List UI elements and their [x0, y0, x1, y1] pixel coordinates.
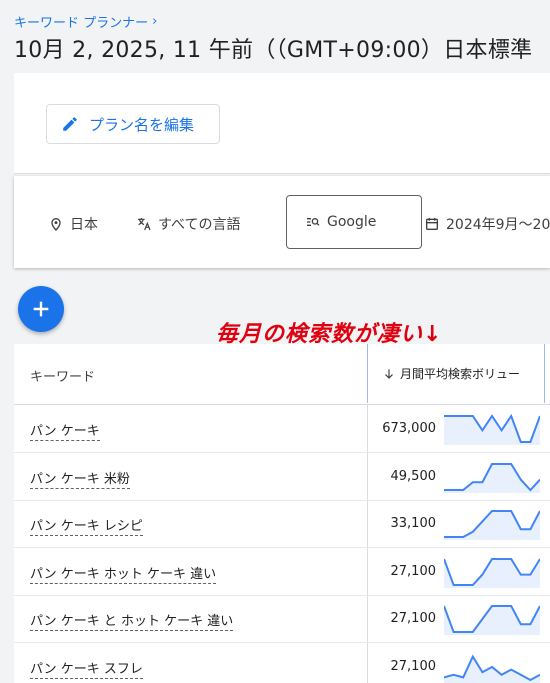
keyword-cell[interactable]: パン ケーキ スフレ	[30, 658, 143, 679]
keyword-cell[interactable]: パン ケーキ	[30, 420, 100, 441]
table-header: キーワード 月間平均検索ボリュー	[14, 344, 550, 405]
trend-sparkline	[444, 462, 540, 493]
volume-column-header[interactable]: 月間平均検索ボリュー	[367, 344, 545, 403]
trend-area	[444, 606, 540, 635]
language-filter-label: すべての言語	[158, 217, 241, 233]
trend-area	[444, 463, 540, 493]
edit-plan-name-label: プラン名を編集	[89, 115, 195, 134]
trend-area	[444, 656, 540, 683]
search-network-label: Google	[327, 214, 377, 230]
trend-sparkline	[444, 605, 540, 635]
pencil-icon	[63, 117, 77, 131]
table-row[interactable]: パン ケーキ スフレ 27,100	[14, 643, 550, 683]
page-title: 10月 2, 2025, 11 午前（（GMT+09:00）日本標準	[14, 38, 533, 63]
breadcrumb[interactable]: キーワード プランナー ›	[14, 12, 157, 31]
translate-icon	[138, 218, 151, 231]
table-row[interactable]: パン ケーキ ホット ケーキ 違い 27,100	[14, 548, 550, 596]
calendar-icon	[426, 218, 438, 230]
arrow-down-icon	[385, 368, 393, 379]
volume-cell: 49,500	[390, 468, 437, 484]
trend-area	[444, 416, 540, 445]
keyword-cell[interactable]: パン ケーキ ホット ケーキ 違い	[30, 563, 217, 584]
trend-area	[444, 511, 540, 540]
filter-bar: 日本 すべての言語 Google 2024年9月～20	[14, 176, 550, 268]
breadcrumb-link-keyword-planner[interactable]: キーワード プランナー	[14, 12, 148, 31]
volume-column-header-label: 月間平均検索ボリュー	[400, 367, 521, 381]
volume-cell: 27,100	[390, 658, 437, 674]
keyword-cell[interactable]: パン ケーキ 米粉	[30, 468, 130, 489]
keyword-column-header[interactable]: キーワード	[30, 366, 95, 385]
annotation-text: 毎月の検索数が凄い↓	[216, 322, 443, 347]
trend-sparkline	[444, 413, 540, 445]
location-pin-icon	[51, 218, 61, 231]
language-filter[interactable]: すべての言語	[136, 214, 240, 234]
chevron-right-icon: ›	[152, 14, 158, 29]
plan-header-card: プラン名を編集	[14, 73, 550, 174]
volume-cell: 27,100	[390, 563, 437, 579]
date-range-filter[interactable]: 2024年9月～20	[424, 214, 550, 234]
volume-cell: 673,000	[382, 421, 436, 436]
plus-icon	[33, 301, 49, 317]
location-filter-label: 日本	[70, 217, 98, 233]
date-range-label: 2024年9月～20	[446, 217, 550, 233]
table-row[interactable]: パン ケーキ レシピ 33,100	[14, 500, 550, 548]
volume-cell: 33,100	[390, 516, 437, 531]
table-row[interactable]: パン ケーキ と ホット ケーキ 違い 27,100	[14, 595, 550, 643]
table-row[interactable]: パン ケーキ 米粉 49,500	[14, 453, 550, 501]
trend-sparkline	[444, 510, 540, 540]
table-row[interactable]: パン ケーキ 673,000	[14, 405, 550, 453]
keyword-cell[interactable]: パン ケーキ と ホット ケーキ 違い	[30, 610, 234, 631]
edit-plan-name-button[interactable]: プラン名を編集	[46, 104, 220, 144]
keyword-cell[interactable]: パン ケーキ レシピ	[30, 515, 143, 536]
trend-sparkline	[444, 557, 540, 588]
volume-cell: 27,100	[390, 611, 437, 626]
search-network-icon	[307, 218, 320, 226]
keyword-table: キーワード 月間平均検索ボリュー パン ケーキ 673,000 パン ケーキ 米粉 4…	[14, 344, 550, 683]
trend-area	[444, 558, 540, 588]
add-keywords-button[interactable]	[18, 286, 64, 332]
location-filter[interactable]: 日本	[48, 214, 98, 234]
trend-sparkline	[444, 653, 540, 683]
search-network-filter[interactable]: Google	[286, 195, 422, 249]
